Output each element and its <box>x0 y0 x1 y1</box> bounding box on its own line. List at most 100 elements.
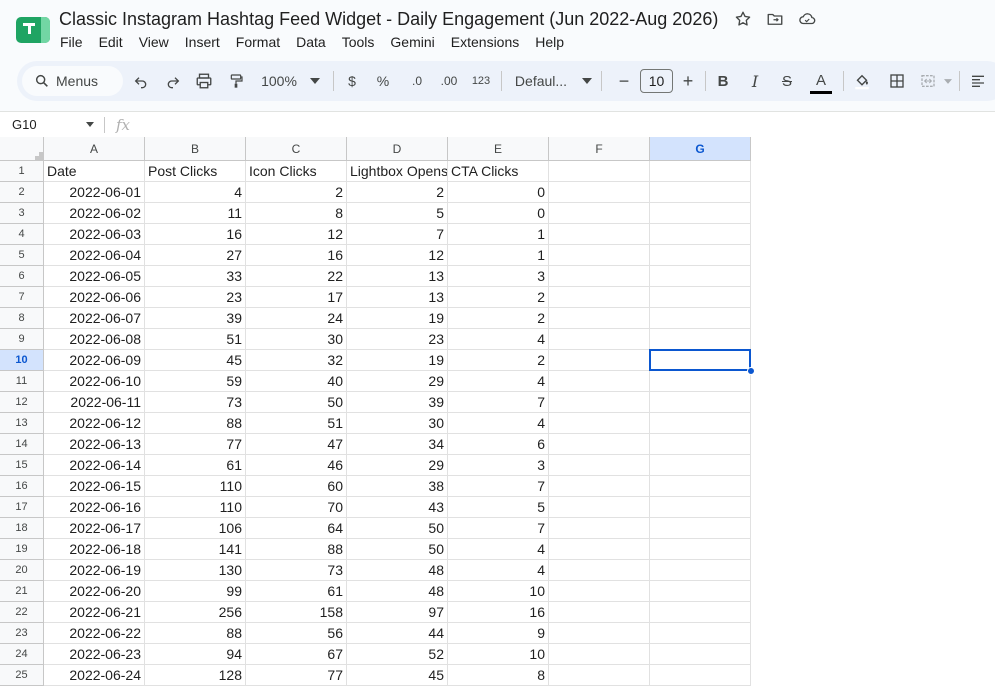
row-header-11[interactable]: 11 <box>0 371 44 392</box>
cell-b16[interactable]: 110 <box>145 476 246 497</box>
cell-a12[interactable]: 2022-06-11 <box>44 392 145 413</box>
decrease-decimal-button[interactable]: .0 <box>405 61 429 101</box>
row-header-25[interactable]: 25 <box>0 665 44 686</box>
row-header-21[interactable]: 21 <box>0 581 44 602</box>
row-header-15[interactable]: 15 <box>0 455 44 476</box>
cell-d10[interactable]: 19 <box>347 350 448 371</box>
cell-b3[interactable]: 11 <box>145 203 246 224</box>
cell-g10[interactable] <box>650 350 751 371</box>
cell-f3[interactable] <box>549 203 650 224</box>
cell-d8[interactable]: 19 <box>347 308 448 329</box>
cell-f12[interactable] <box>549 392 650 413</box>
cell-b15[interactable]: 61 <box>145 455 246 476</box>
row-header-5[interactable]: 5 <box>0 245 44 266</box>
cell-e11[interactable]: 4 <box>448 371 549 392</box>
cell-a21[interactable]: 2022-06-20 <box>44 581 145 602</box>
column-header-f[interactable]: F <box>549 137 650 161</box>
cell-c12[interactable]: 50 <box>246 392 347 413</box>
cell-g9[interactable] <box>650 329 751 350</box>
cell-d13[interactable]: 30 <box>347 413 448 434</box>
row-header-24[interactable]: 24 <box>0 644 44 665</box>
name-box-dropdown-icon[interactable] <box>86 122 94 127</box>
cell-b20[interactable]: 130 <box>145 560 246 581</box>
cell-c8[interactable]: 24 <box>246 308 347 329</box>
cell-d5[interactable]: 12 <box>347 245 448 266</box>
increase-font-size-button[interactable]: + <box>679 61 697 101</box>
cell-g15[interactable] <box>650 455 751 476</box>
cell-d24[interactable]: 52 <box>347 644 448 665</box>
cell-b2[interactable]: 4 <box>145 182 246 203</box>
cloud-saved-icon[interactable] <box>797 10 817 30</box>
row-header-18[interactable]: 18 <box>0 518 44 539</box>
cell-a25[interactable]: 2022-06-24 <box>44 665 145 686</box>
cell-b25[interactable]: 128 <box>145 665 246 686</box>
row-header-6[interactable]: 6 <box>0 266 44 287</box>
font-size-input[interactable]: 10 <box>640 69 673 93</box>
cell-a14[interactable]: 2022-06-13 <box>44 434 145 455</box>
cell-g3[interactable] <box>650 203 751 224</box>
column-header-c[interactable]: C <box>246 137 347 161</box>
strikethrough-button[interactable]: S <box>778 61 796 101</box>
cell-c25[interactable]: 77 <box>246 665 347 686</box>
cell-d6[interactable]: 13 <box>347 266 448 287</box>
cell-d21[interactable]: 48 <box>347 581 448 602</box>
spreadsheet-grid[interactable]: A B C D E F G 1 Date Post Clicks Icon Clicks Lightb… <box>0 137 995 687</box>
decrease-font-size-button[interactable]: − <box>615 61 633 101</box>
cell-f18[interactable] <box>549 518 650 539</box>
row-header-1[interactable]: 1 <box>0 161 44 182</box>
cell-e7[interactable]: 2 <box>448 287 549 308</box>
menu-file[interactable]: File <box>52 32 91 54</box>
row-header-14[interactable]: 14 <box>0 434 44 455</box>
text-color-button[interactable]: A <box>809 61 833 101</box>
cell-e5[interactable]: 1 <box>448 245 549 266</box>
cell-g13[interactable] <box>650 413 751 434</box>
row-header-22[interactable]: 22 <box>0 602 44 623</box>
cell-g17[interactable] <box>650 497 751 518</box>
cell-d19[interactable]: 50 <box>347 539 448 560</box>
currency-format-button[interactable]: $ <box>343 61 361 101</box>
row-header-4[interactable]: 4 <box>0 224 44 245</box>
undo-icon[interactable] <box>130 61 152 101</box>
borders-icon[interactable] <box>886 61 908 101</box>
cell-c22[interactable]: 158 <box>246 602 347 623</box>
cell-b11[interactable]: 59 <box>145 371 246 392</box>
row-header-20[interactable]: 20 <box>0 560 44 581</box>
cell-g12[interactable] <box>650 392 751 413</box>
cell-c7[interactable]: 17 <box>246 287 347 308</box>
row-header-7[interactable]: 7 <box>0 287 44 308</box>
cell-a15[interactable]: 2022-06-14 <box>44 455 145 476</box>
font-dropdown-icon[interactable] <box>581 61 593 101</box>
cell-b23[interactable]: 88 <box>145 623 246 644</box>
cell-f22[interactable] <box>549 602 650 623</box>
cell-e12[interactable]: 7 <box>448 392 549 413</box>
cell-f20[interactable] <box>549 560 650 581</box>
select-all-corner[interactable] <box>0 137 44 161</box>
cell-a10[interactable]: 2022-06-09 <box>44 350 145 371</box>
name-box[interactable]: G10 <box>0 112 104 137</box>
row-header-9[interactable]: 9 <box>0 329 44 350</box>
cell-e9[interactable]: 4 <box>448 329 549 350</box>
row-header-12[interactable]: 12 <box>0 392 44 413</box>
cell-g22[interactable] <box>650 602 751 623</box>
cell-f15[interactable] <box>549 455 650 476</box>
cell-c16[interactable]: 60 <box>246 476 347 497</box>
cell-e2[interactable]: 0 <box>448 182 549 203</box>
cell-d12[interactable]: 39 <box>347 392 448 413</box>
cell-b1[interactable]: Post Clicks <box>145 161 246 182</box>
cell-a3[interactable]: 2022-06-02 <box>44 203 145 224</box>
cell-e24[interactable]: 10 <box>448 644 549 665</box>
cell-a24[interactable]: 2022-06-23 <box>44 644 145 665</box>
cell-c1[interactable]: Icon Clicks <box>246 161 347 182</box>
cell-c17[interactable]: 70 <box>246 497 347 518</box>
cell-e1[interactable]: CTA Clicks <box>448 161 549 182</box>
cell-a9[interactable]: 2022-06-08 <box>44 329 145 350</box>
cell-f13[interactable] <box>549 413 650 434</box>
menu-gemini[interactable]: Gemini <box>382 32 442 54</box>
column-header-e[interactable]: E <box>448 137 549 161</box>
column-header-d[interactable]: D <box>347 137 448 161</box>
cell-a8[interactable]: 2022-06-07 <box>44 308 145 329</box>
cell-g23[interactable] <box>650 623 751 644</box>
row-header-2[interactable]: 2 <box>0 182 44 203</box>
menu-extensions[interactable]: Extensions <box>443 32 527 54</box>
cell-b13[interactable]: 88 <box>145 413 246 434</box>
